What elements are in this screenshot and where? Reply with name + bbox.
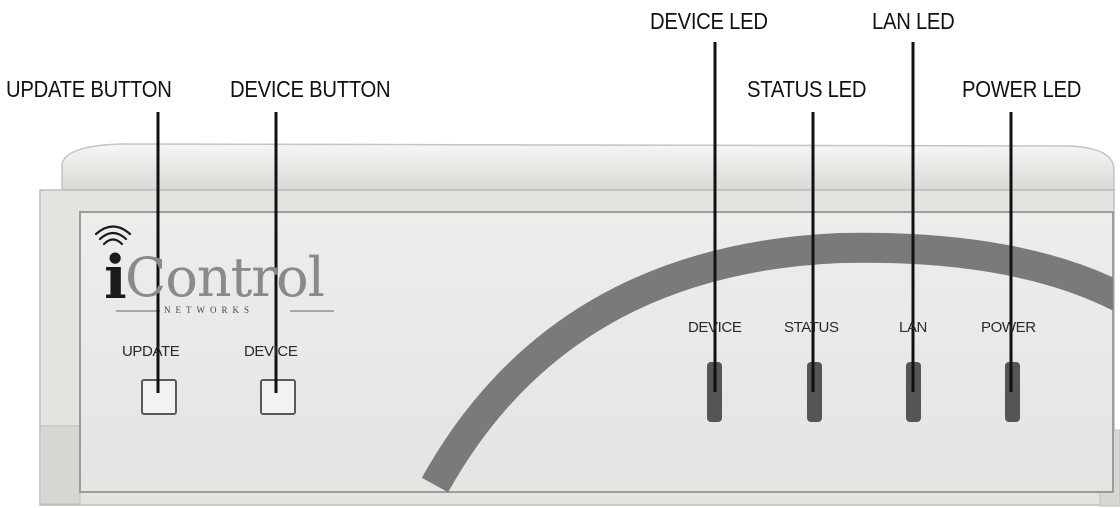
device-button-callout: DEVICE BUTTON — [230, 76, 391, 102]
power-led-panel-label: POWER — [981, 319, 1036, 336]
device-illustration: UPDATE BUTTON DEVICE BUTTON DEVICE LED S… — [0, 0, 1120, 508]
lan-led-panel-label: LAN — [899, 319, 927, 336]
status-led-panel-label: STATUS — [784, 319, 839, 336]
update-panel-label: UPDATE — [122, 343, 180, 360]
housing-top — [61, 143, 1115, 191]
power-led-callout: POWER LED — [962, 76, 1082, 102]
status-led-callout: STATUS LED — [747, 76, 867, 102]
brand-logo-text: Control — [125, 246, 325, 309]
device-led-callout: DEVICE LED — [650, 8, 768, 34]
device-led-panel-label: DEVICE — [688, 319, 742, 336]
update-button-callout: UPDATE BUTTON — [6, 76, 172, 102]
device-button[interactable] — [260, 379, 296, 415]
brand-logo-subtitle: NETWORKS — [164, 305, 254, 315]
brand-logo-i: i — [104, 243, 127, 313]
lan-led-callout: LAN LED — [872, 8, 955, 34]
device-button-panel-label: DEVICE — [244, 343, 298, 360]
housing-left-lip — [39, 425, 81, 505]
